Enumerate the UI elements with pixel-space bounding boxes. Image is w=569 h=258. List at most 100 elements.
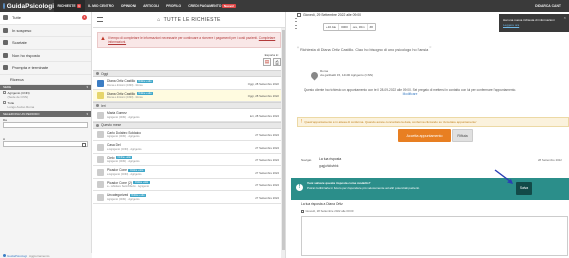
reply-body: gugjuhkkvbbk [319, 164, 339, 168]
request-detail-panel: Giovedì, 29 Settembre 2022 alle 09:00 +1… [287, 12, 569, 258]
sidebar-item-non-risposto[interactable]: Non ho risposto [0, 50, 91, 62]
scrollbar-thumb[interactable] [281, 30, 285, 250]
pdf-icon[interactable]: ▤ [263, 58, 271, 67]
nav-item-label: RICHIESTE [57, 4, 76, 8]
pending-warning-text: Quest'appuntamento è in attesa di confer… [304, 120, 477, 124]
modify-link[interactable]: Modificare [403, 92, 418, 96]
brand-logo[interactable]: GuidaPsicologi [0, 3, 54, 10]
request-row[interactable]: Diana Ortiz Castillo Online +sito Roma e d… [93, 77, 285, 90]
request-row[interactable]: Maria Gomez Agrigento (CNN) · Agrigento Ie… [93, 109, 285, 122]
section-header[interactable]: Questo mese [93, 121, 285, 129]
sidebar-item-ricerca[interactable]: Ricerca [0, 75, 91, 85]
request-date: Ieri, 28 Settembre 2022 [249, 113, 279, 118]
clock-icon [3, 27, 8, 33]
request-status-icon [97, 193, 104, 201]
info-icon: ! [296, 184, 303, 191]
drag-handle-icon[interactable] [293, 17, 299, 30]
list-header: ⌂ TUTTE LE RICHIESTE [93, 12, 285, 28]
filter-option-sub: Lungo Avviso Roma [7, 105, 35, 109]
from-date-input[interactable] [3, 121, 88, 128]
request-status-icon [97, 181, 104, 189]
sidebar-item-label: Prompta e terminate [12, 65, 49, 71]
request-date: 27 Settembre 2022 [255, 133, 279, 138]
section-header[interactable]: Ieri [93, 102, 285, 110]
nav-item-richieste[interactable]: RICHIESTE 1 [54, 0, 85, 12]
appointment-date: Giovedì, 29 Settembre 2022 alle 09:00 [297, 13, 361, 17]
request-row[interactable]: Casa Del a Agrigento (CNN) · Agrigento 27 … [93, 141, 285, 154]
calendar-icon [297, 13, 301, 17]
menu-icon[interactable] [97, 17, 103, 22]
request-row[interactable]: Uncategorized Online +sito Agrigento (CNN)… [93, 191, 285, 204]
calendar-icon[interactable] [82, 142, 86, 147]
reply-title: La tua risposta [319, 157, 342, 161]
nav-item-label: ARTICOLI [143, 4, 160, 8]
sidebar-item-sospeso[interactable]: In sospeso [0, 25, 91, 37]
request-row[interactable]: Carlo Dolabro Soldaico Agrigento (CNN) · … [93, 129, 285, 142]
request-summary: Questo cliente ha richiesto un appuntame… [295, 88, 525, 96]
account-name: DIDARCA CANT [535, 4, 561, 8]
reply-compose-date-text: Giovedì, 28 Settembre 2022 alle 00:00 [305, 209, 354, 213]
pill-more[interactable]: ## [368, 24, 375, 30]
quote-open-icon: “ [297, 47, 299, 53]
home-icon: ⌂ [157, 16, 161, 23]
logo-icon [3, 3, 5, 9]
request-date: 27 Settembre 2022 [255, 158, 279, 163]
list-scrollbar[interactable] [281, 28, 285, 258]
print-icon[interactable]: ⎙ [273, 58, 281, 67]
section-header[interactable]: Oggi [93, 70, 285, 78]
collapse-icon [96, 123, 99, 127]
filter-option-agrigento[interactable]: Agrigento (CNN) (Sede de CNN) [0, 90, 91, 100]
section-label: Questo mese [101, 123, 122, 128]
sidebar: Tutte 1 In sospeso Scartate Non ho rispo… [0, 12, 92, 258]
pill-phone[interactable]: +16 Ale [324, 24, 340, 30]
collapse-icon: ▾ [86, 85, 88, 90]
nav-item-centro[interactable]: IL MIO CENTRO [85, 0, 118, 12]
request-tag: Online +sito [136, 79, 153, 83]
sidebar-item-label: Tutte [12, 15, 21, 21]
request-date: 27 Settembre 2022 [255, 170, 279, 175]
appointment-toolbar: +16 Ale 0000 ore, 30m ## [323, 23, 376, 31]
to-date-input[interactable] [3, 140, 88, 147]
export-label: Esporta in: [264, 53, 279, 58]
notice-text: Potrai riutilizzarla in futuro per rispo… [307, 185, 420, 190]
refuse-button[interactable]: Rifiuta [452, 129, 473, 142]
nav-item-opinioni[interactable]: OPINIONI [117, 0, 139, 12]
request-row[interactable]: Cielo Online +sito Agrigento (CNN) · Agrig… [93, 154, 285, 167]
nav-item-articoli[interactable]: ARTICOLI [140, 0, 163, 12]
request-date: 27 Settembre 2022 [255, 145, 279, 150]
request-row[interactable]: Picador Cone (2) Online +sito a - reflette… [93, 179, 285, 192]
close-icon[interactable]: × [564, 15, 566, 21]
sidebar-item-label: Ricerca [10, 76, 24, 82]
filter-option-tutte[interactable]: Tutte Lungo Avviso Roma [0, 100, 91, 110]
nav-item-label: PROFILO [166, 4, 182, 8]
pill-duration[interactable]: ore, 30m [351, 24, 368, 30]
notice-title: Vuoi salvare questa risposta come modell… [307, 181, 371, 185]
request-row[interactable]: Picador Cone Online +sito a Agrigento (CNN… [93, 166, 285, 179]
request-status-icon [97, 92, 104, 100]
request-name: Maria Gomez [107, 111, 127, 116]
save-template-button[interactable]: Salva [516, 182, 532, 195]
pill-code[interactable]: 0000 [339, 24, 351, 30]
reply-textarea[interactable] [301, 216, 568, 256]
check-icon [3, 65, 8, 71]
request-date: Oggi, 28 Settembre 2022 [247, 94, 279, 99]
request-row[interactable]: Diana Ortiz Castillo Online +sito Roma e d… [93, 89, 285, 103]
sidebar-item-terminate[interactable]: Prompta e terminate [0, 62, 91, 75]
request-date: Oggi, 28 Settembre 2022 [247, 81, 279, 86]
filter-sede-title: SEDE [3, 85, 12, 90]
account-menu[interactable]: DIDARCA CANT [535, 0, 561, 12]
reply-date: 28 Settembre 2022 [538, 158, 562, 162]
reply-user: Navigat. [301, 158, 313, 162]
accept-appointment-button[interactable]: Accetta appuntamento [398, 129, 451, 142]
nav-item-pagamento[interactable]: CREDI PAGAMENTO Nuovo! [185, 0, 240, 12]
sidebar-item-scartate[interactable]: Scartate [0, 37, 91, 50]
request-name: Uncategorized [107, 193, 129, 198]
popup-link[interactable]: Leggere ora [503, 23, 519, 27]
footer-link[interactable]: GuidaPsicologi [7, 254, 27, 258]
sidebar-item-tutte[interactable]: Tutte 1 [0, 12, 91, 25]
nav-item-profilo[interactable]: PROFILO [163, 0, 185, 12]
list-tools: Esporta in: ▤ ⎙ [93, 52, 285, 70]
reply-compose-title: La tua risposta a Diana Ortiz [301, 202, 343, 206]
brand-name: GuidaPsicologi [6, 2, 54, 10]
nav-item-label: IL MIO CENTRO [88, 4, 114, 8]
